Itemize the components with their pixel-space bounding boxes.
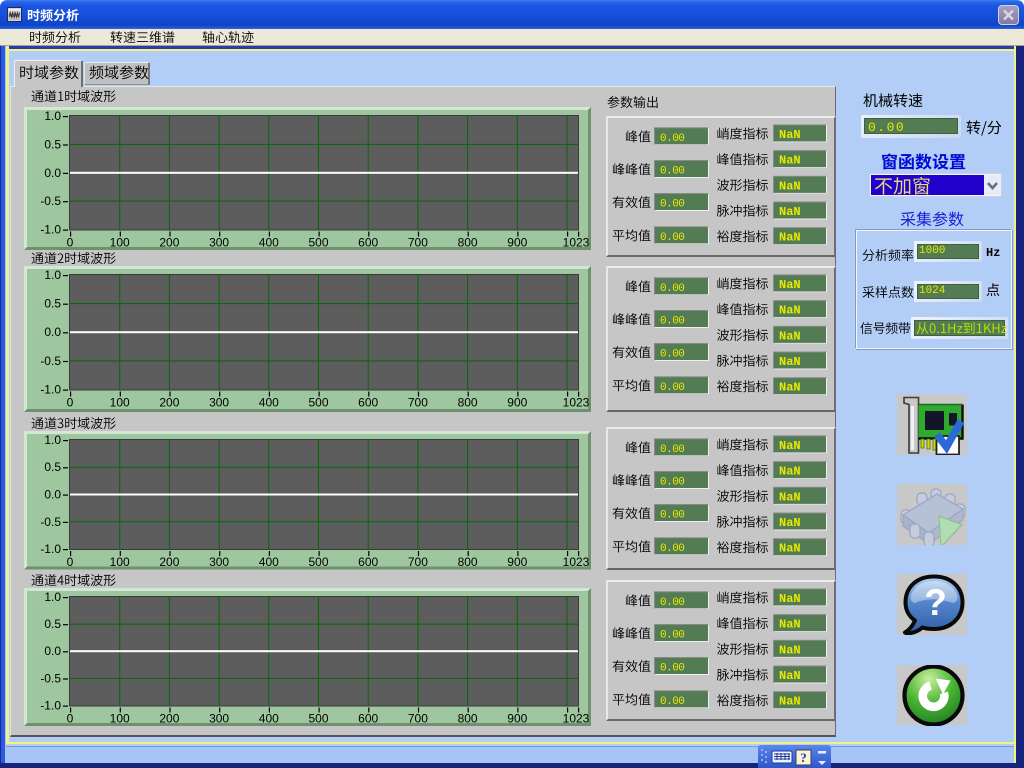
svg-text:?: ? <box>924 582 947 623</box>
svg-text:?: ? <box>800 750 807 765</box>
